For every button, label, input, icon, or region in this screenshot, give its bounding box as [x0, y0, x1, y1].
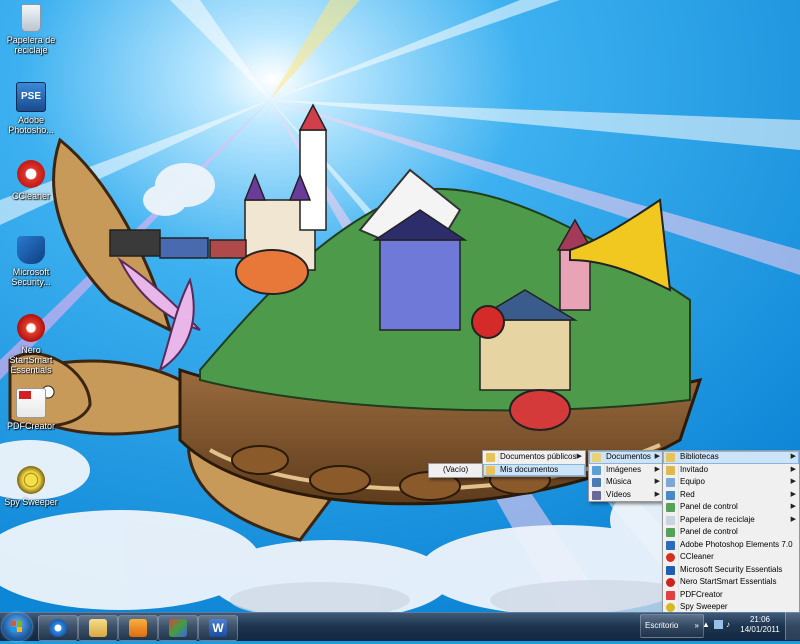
menu-item-empty[interactable]: (Vacío)	[429, 464, 483, 477]
ccleaner-icon	[17, 160, 45, 188]
volume-tray-icon[interactable]: ♪	[726, 620, 730, 629]
menu-item-control-panel[interactable]: Panel de control	[663, 526, 799, 539]
menu-item-network[interactable]: Red ▶	[663, 489, 799, 502]
media-player-icon	[129, 619, 147, 637]
photoshop-elements-icon: PSE	[16, 82, 46, 112]
security-essentials-icon	[17, 236, 45, 264]
control-panel-icon	[666, 503, 675, 512]
menu-item-libraries[interactable]: Bibliotecas ▶	[663, 451, 799, 464]
security-essentials-icon	[666, 565, 675, 575]
spy-sweeper-icon	[17, 466, 45, 494]
submenu-arrow-icon: ▶	[790, 453, 796, 460]
menu-item-documents[interactable]: Documentos ▶	[589, 451, 663, 464]
paint-icon	[169, 619, 187, 637]
submenu-arrow-icon: ▶	[790, 490, 796, 498]
menu-item-photoshop-elements[interactable]: Adobe Photoshop Elements 7.0	[663, 539, 799, 552]
recycle-bin-icon	[21, 4, 41, 32]
videos-library-icon	[592, 490, 601, 500]
submenu-arrow-icon: ▶	[790, 465, 796, 473]
chevron-icon: »	[694, 621, 699, 630]
clock-time: 21:06	[749, 615, 771, 624]
show-desktop-button[interactable]	[785, 612, 800, 640]
desktop-icon-recycle-bin[interactable]: Papelera de reciclaje	[2, 4, 60, 55]
menu-item-security-essentials[interactable]: Microsoft Security Essentials	[663, 564, 799, 577]
taskbar-windows-explorer[interactable]	[78, 615, 118, 641]
spy-sweeper-icon	[666, 603, 675, 612]
start-button[interactable]	[2, 613, 32, 641]
submenu-arrow-icon: ▶	[790, 503, 796, 510]
word-icon: W	[209, 619, 227, 637]
clock-date: 14/01/2011	[740, 625, 780, 634]
network-icon	[666, 490, 675, 500]
menu-item-guest[interactable]: Invitado ▶	[663, 464, 799, 477]
windows-explorer-icon	[89, 619, 107, 637]
desktop-icon-pdfcreator[interactable]: PDFCreator	[2, 388, 60, 431]
desktop-icon-security-essentials[interactable]: Microsoft Security...	[2, 236, 60, 287]
documents-library-icon	[592, 453, 601, 462]
taskbar-media-player[interactable]	[118, 615, 158, 641]
submenu-arrow-icon: ▶	[654, 465, 660, 473]
taskbar-clock[interactable]: 21:06 14/01/2011	[740, 615, 780, 635]
taskbar-word[interactable]: W	[198, 615, 238, 641]
system-tray: ▲ ♪	[702, 616, 738, 636]
menu-item-control-panel-folder[interactable]: Panel de control ▶	[663, 501, 799, 514]
menu-empty: (Vacío)	[428, 463, 484, 478]
taskbar-paint[interactable]	[158, 615, 198, 641]
desktop-icon-ccleaner[interactable]: CCleaner	[2, 160, 60, 201]
submenu-arrow-icon: ▶	[654, 453, 660, 460]
submenu-arrow-icon: ▶	[790, 515, 796, 523]
network-tray-icon[interactable]	[714, 620, 723, 629]
show-hidden-icons-icon[interactable]: ▲	[702, 620, 710, 629]
submenu-arrow-icon: ▶	[654, 478, 660, 485]
internet-explorer-icon	[49, 619, 67, 637]
libraries-icon	[666, 453, 675, 462]
windows-logo-icon	[11, 621, 22, 632]
menu-item-ccleaner[interactable]: CCleaner	[663, 551, 799, 564]
menu-item-computer[interactable]: Equipo ▶	[663, 476, 799, 489]
desktop-icon-spy-sweeper[interactable]: Spy Sweeper	[2, 466, 60, 507]
ccleaner-icon	[666, 553, 675, 562]
menu-desktop-toolbar: Bibliotecas ▶ Invitado ▶ Equipo ▶ Red ▶ …	[662, 450, 800, 615]
menu-public-documents: Documentos públicos ▶ Mis documentos	[482, 450, 586, 477]
pdfcreator-icon	[666, 590, 675, 600]
menu-item-videos[interactable]: Vídeos ▶	[589, 489, 663, 502]
pdfcreator-icon	[16, 388, 46, 418]
menu-item-my-documents[interactable]: Mis documentos	[483, 463, 585, 476]
pictures-library-icon	[592, 465, 601, 475]
nero-icon	[17, 314, 45, 342]
menu-item-nero[interactable]: Nero StartSmart Essentials	[663, 576, 799, 589]
desktop-icon-photoshop[interactable]: PSE Adobe Photosho...	[2, 82, 60, 135]
user-folder-icon	[666, 465, 675, 475]
desktop-icon-nero[interactable]: Nero StartSmart Essentials	[2, 314, 60, 375]
submenu-arrow-icon: ▶	[576, 453, 582, 460]
menu-item-recycle-bin[interactable]: Papelera de reciclaje ▶	[663, 514, 799, 527]
menu-libraries: Documentos ▶ Imágenes ▶ Música ▶ Vídeos …	[588, 450, 664, 502]
submenu-arrow-icon: ▶	[654, 490, 660, 498]
music-library-icon	[592, 478, 601, 487]
recycle-bin-icon	[666, 515, 675, 525]
taskbar-internet-explorer[interactable]	[38, 615, 78, 641]
photoshop-elements-icon	[666, 540, 675, 550]
nero-icon	[666, 578, 675, 587]
menu-item-music[interactable]: Música ▶	[589, 476, 663, 489]
menu-item-pictures[interactable]: Imágenes ▶	[589, 464, 663, 477]
menu-item-public-documents[interactable]: Documentos públicos ▶	[483, 451, 585, 464]
menu-item-pdfcreator[interactable]: PDFCreator	[663, 589, 799, 602]
folder-icon	[486, 465, 495, 475]
submenu-arrow-icon: ▶	[790, 478, 796, 485]
folder-icon	[486, 453, 495, 462]
desktop-toolbar-button[interactable]: Escritorio »	[640, 614, 704, 638]
control-panel-icon	[666, 528, 675, 537]
computer-icon	[666, 478, 675, 487]
